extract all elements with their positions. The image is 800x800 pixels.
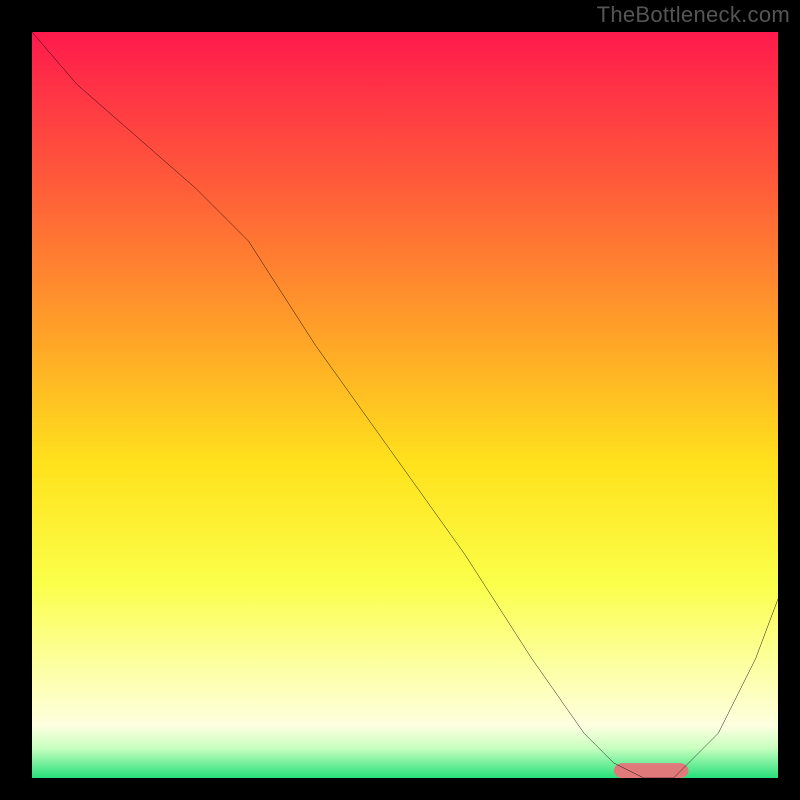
chart-frame: TheBottleneck.com bbox=[0, 0, 800, 800]
gradient-background bbox=[32, 32, 778, 778]
watermark-text: TheBottleneck.com bbox=[597, 2, 790, 28]
plot-area bbox=[32, 32, 778, 778]
chart-svg bbox=[32, 32, 778, 778]
optimal-range-marker bbox=[614, 763, 689, 778]
